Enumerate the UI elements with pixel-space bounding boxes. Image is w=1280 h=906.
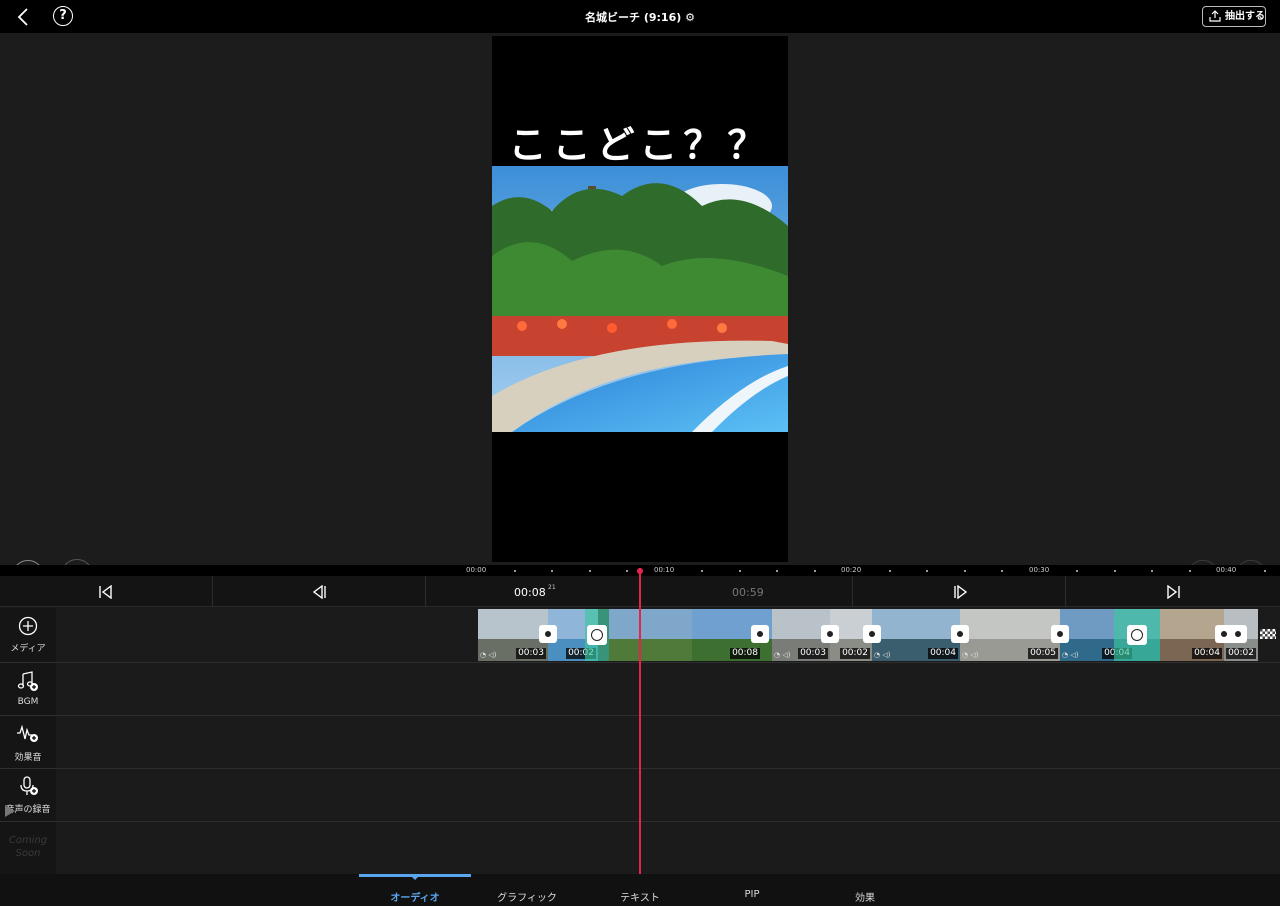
export-button[interactable]: 抽出する	[1202, 6, 1266, 27]
active-tab-caret	[411, 876, 419, 880]
tab-pip[interactable]: PIP	[696, 889, 808, 900]
playhead[interactable]	[639, 568, 641, 874]
media-clip[interactable]	[609, 609, 692, 661]
transition-button[interactable]	[951, 625, 969, 643]
transition-button[interactable]	[863, 625, 881, 643]
ruler-label: 00:30	[1029, 566, 1050, 574]
bgm-label: BGM	[17, 697, 39, 707]
media-clip[interactable]: ◔ ◁) 00:05	[960, 609, 1060, 661]
media-clip[interactable]: ◔ ◁) 00:03	[478, 609, 548, 661]
transition-button[interactable]	[751, 625, 769, 643]
playhead-handle[interactable]	[637, 568, 643, 574]
tab-graphics[interactable]: グラフィック	[471, 889, 583, 904]
ruler-label: 00:40	[1216, 566, 1237, 574]
ruler-label: 00:10	[654, 566, 675, 574]
ruler-label: 00:20	[841, 566, 862, 574]
export-label: 抽出する	[1225, 11, 1265, 22]
transition-button[interactable]	[1051, 625, 1069, 643]
top-bar: ? 名城ビーチ (9:16) ⚙ 抽出する	[0, 0, 1280, 33]
tab-audio[interactable]: オーディオ	[359, 889, 471, 904]
step-forward-icon	[954, 585, 968, 599]
add-sfx-button[interactable]: 効果音	[0, 716, 56, 768]
tab-text[interactable]: テキスト	[584, 889, 696, 904]
tab-effects[interactable]: 効果	[809, 889, 921, 904]
clip-duration: 00:08	[730, 648, 760, 659]
transition-selected-button[interactable]	[1127, 625, 1147, 645]
speed-volume-icon: ◔ ◁)	[874, 651, 891, 659]
transition-button[interactable]	[539, 625, 557, 643]
music-note-icon	[17, 671, 38, 691]
skip-start-icon	[99, 585, 112, 599]
current-frame: 21	[548, 584, 556, 591]
clip-duration: 00:05	[1028, 648, 1058, 659]
clip-duration: 00:04	[1192, 648, 1222, 659]
clip-duration: 00:03	[798, 648, 828, 659]
add-bgm-button[interactable]: BGM	[0, 663, 56, 715]
transition-button[interactable]	[1229, 625, 1247, 643]
transition-button[interactable]	[821, 625, 839, 643]
clip-duration: 00:04	[928, 648, 958, 659]
prev-frame-button[interactable]	[213, 576, 426, 607]
speed-volume-icon: ◔ ◁)	[962, 651, 979, 659]
step-back-icon	[312, 585, 326, 599]
transition-selected-button[interactable]	[587, 625, 607, 645]
project-title[interactable]: 名城ビーチ (9:16) ⚙	[0, 9, 1280, 25]
preview-area: ここどこ？？	[0, 33, 1280, 592]
caption-text[interactable]: ここどこ？？	[492, 114, 788, 169]
speed-volume-icon: ◔ ◁)	[1062, 651, 1079, 659]
speed-volume-icon: ◔ ◁)	[480, 651, 497, 659]
total-time: 00:59	[732, 586, 764, 599]
current-time: 00:08	[514, 586, 546, 599]
video-canvas[interactable]: ここどこ？？	[492, 36, 788, 562]
skip-end-icon	[1167, 585, 1180, 599]
clip-duration: 00:02	[1226, 648, 1256, 659]
play-small-icon	[5, 805, 15, 817]
bottom-tab-bar: オーディオ グラフィック テキスト PIP 効果	[0, 874, 1280, 906]
sfx-label: 効果音	[14, 753, 42, 763]
jump-start-button[interactable]	[0, 576, 213, 607]
jump-end-button[interactable]	[1066, 576, 1280, 607]
next-frame-button[interactable]	[853, 576, 1066, 607]
end-marker-icon	[1260, 629, 1276, 639]
add-media-button[interactable]: メディア	[0, 608, 56, 662]
media-label: メディア	[10, 644, 46, 654]
gear-icon[interactable]: ⚙	[685, 11, 695, 24]
waveform-icon	[17, 724, 38, 742]
preview-photo	[492, 166, 788, 432]
media-clip-strip[interactable]: ◔ ◁) 00:03 00:02 00:08 ◔ ◁) 00:03 00:02 ◔ …	[478, 609, 1258, 661]
ruler-label: 00:00	[466, 566, 487, 574]
plus-circle-icon	[18, 616, 38, 636]
project-title-text: 名城ビーチ (9:16)	[585, 11, 682, 24]
speed-volume-icon: ◔ ◁)	[774, 651, 791, 659]
media-clip[interactable]: ◔ ◁) 00:04	[872, 609, 960, 661]
microphone-icon	[20, 776, 38, 795]
coming-soon-label: Coming Soon	[8, 835, 48, 859]
clip-duration: 00:03	[516, 648, 546, 659]
clip-duration: 00:02	[840, 648, 870, 659]
share-icon	[1209, 10, 1221, 22]
